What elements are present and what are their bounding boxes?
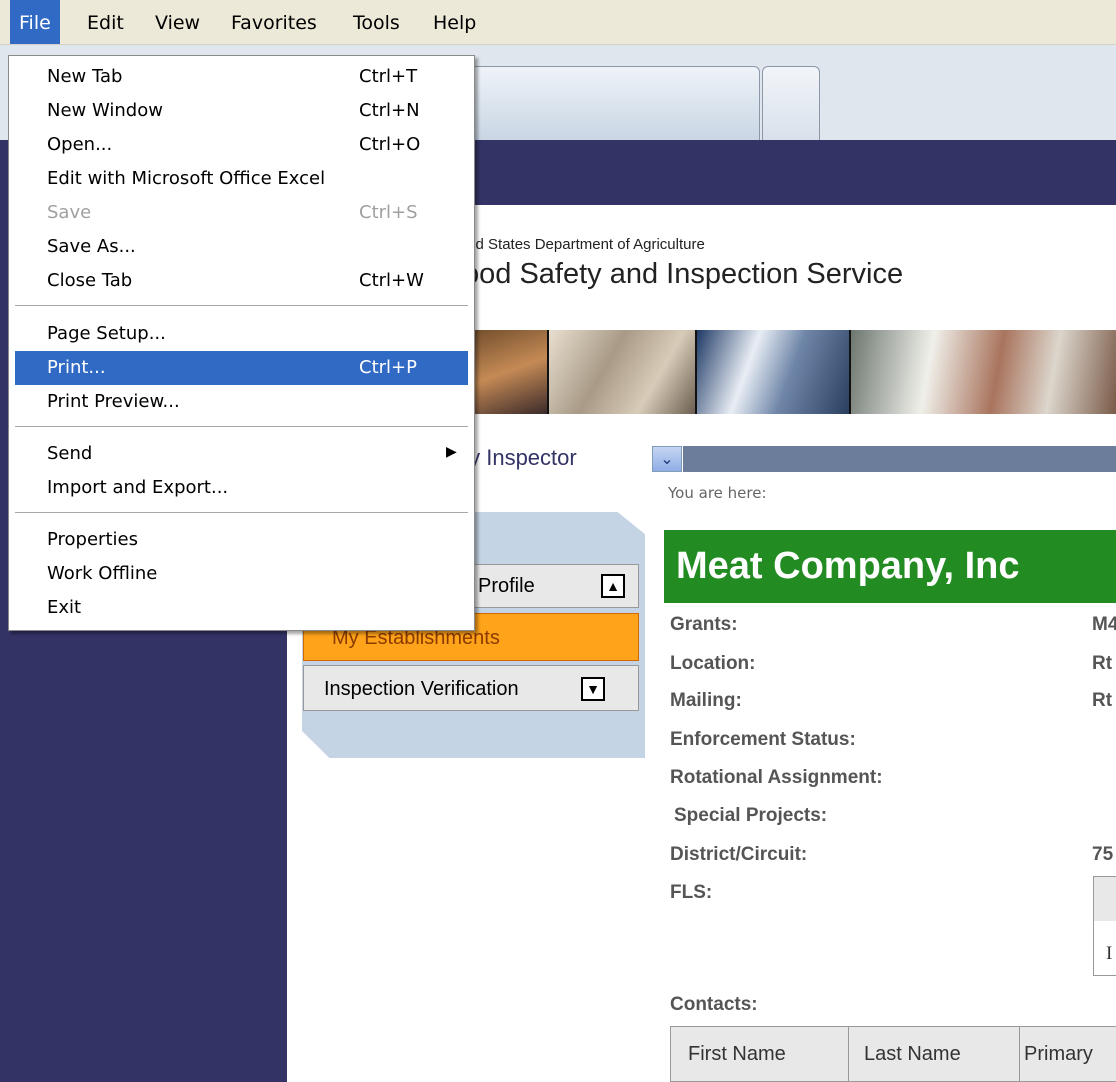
menu-tools[interactable]: Tools [344, 0, 409, 44]
menu-separator [15, 305, 468, 307]
menu-item-import-export[interactable]: Import and Export... [9, 471, 474, 505]
field-label-district-circuit: District/Circuit: [670, 844, 808, 865]
field-label-fls: FLS: [670, 882, 713, 903]
breadcrumb: You are here: [668, 484, 767, 502]
fls-table-header [1094, 877, 1116, 921]
menu-file[interactable]: File [10, 0, 60, 44]
chevron-down-icon[interactable]: ▼ [581, 677, 605, 701]
menu-view[interactable]: View [146, 0, 209, 44]
menu-edit[interactable]: Edit [78, 0, 133, 44]
menu-help[interactable]: Help [424, 0, 485, 44]
role-selector-label: ty Inspector [463, 445, 577, 470]
submenu-arrow-icon: ▶ [446, 444, 457, 460]
service-name: ood Safety and Inspection Service [463, 258, 904, 290]
menu-item-print-preview[interactable]: Print Preview... [9, 385, 474, 419]
menu-item-open[interactable]: Open... Ctrl+O [9, 128, 474, 162]
menu-favorites[interactable]: Favorites [222, 0, 326, 44]
role-bar [683, 446, 1116, 472]
field-label-grants: Grants: [670, 614, 738, 635]
field-label-location: Location: [670, 653, 756, 674]
column-header-last-name[interactable]: Last Name [864, 1043, 961, 1066]
agency-name: ted States Department of Agriculture [463, 236, 705, 253]
field-value-location: Rt [1092, 653, 1113, 674]
menu-item-page-setup[interactable]: Page Setup... [9, 317, 474, 351]
field-label-mailing: Mailing: [670, 690, 742, 711]
field-value-mailing: Rt [1092, 690, 1113, 711]
menu-item-properties[interactable]: Properties [9, 523, 474, 557]
menu-item-edit-with-excel[interactable]: Edit with Microsoft Office Excel [9, 162, 474, 196]
field-label-special-projects: Special Projects: [674, 805, 828, 826]
menu-item-print[interactable]: Print... Ctrl+P [15, 351, 468, 385]
panel-item-label: Profile [478, 575, 535, 597]
menu-item-exit[interactable]: Exit [9, 591, 474, 625]
field-label-enforcement-status: Enforcement Status: [670, 729, 856, 750]
chevron-up-icon[interactable]: ▲ [601, 574, 625, 598]
photo-poultry [465, 330, 549, 414]
column-header-primary[interactable]: Primary [1024, 1043, 1093, 1066]
new-tab-button[interactable] [762, 66, 820, 140]
menu-separator [15, 426, 468, 428]
photo-processing-line [851, 330, 1116, 414]
photo-inspectors [697, 330, 851, 414]
menu-item-new-tab[interactable]: New Tab Ctrl+T [9, 60, 474, 94]
file-menu: New Tab Ctrl+T New Window Ctrl+N Open... Ct… [8, 55, 475, 631]
chevron-down-icon[interactable]: ⌄ [652, 446, 682, 472]
menu-separator [15, 512, 468, 514]
menu-bar: File Edit View Favorites Tools Help [0, 0, 1116, 45]
menu-item-work-offline[interactable]: Work Offline [9, 557, 474, 591]
photo-cattle [549, 330, 697, 414]
field-label-rotational-assignment: Rotational Assignment: [670, 767, 883, 788]
panel-item-inspection-verification[interactable]: Inspection Verification ▼ [303, 665, 639, 711]
column-header-first-name[interactable]: First Name [688, 1043, 786, 1066]
menu-item-save: Save Ctrl+S [47, 202, 418, 223]
fls-table-cell: I [1106, 943, 1113, 964]
panel-item-label: Inspection Verification [324, 678, 519, 700]
menu-item-close-tab[interactable]: Close Tab Ctrl+W [9, 264, 474, 298]
establishment-title: Meat Company, Inc [664, 530, 1116, 603]
menu-item-new-window[interactable]: New Window Ctrl+N [9, 94, 474, 128]
contacts-label: Contacts: [670, 994, 758, 1015]
menu-item-save-as[interactable]: Save As... [9, 230, 474, 264]
menu-item-send[interactable]: Send ▶ [9, 437, 474, 471]
field-value-district-circuit: 75 [1092, 844, 1114, 865]
field-value-grants: M4 [1092, 614, 1116, 635]
